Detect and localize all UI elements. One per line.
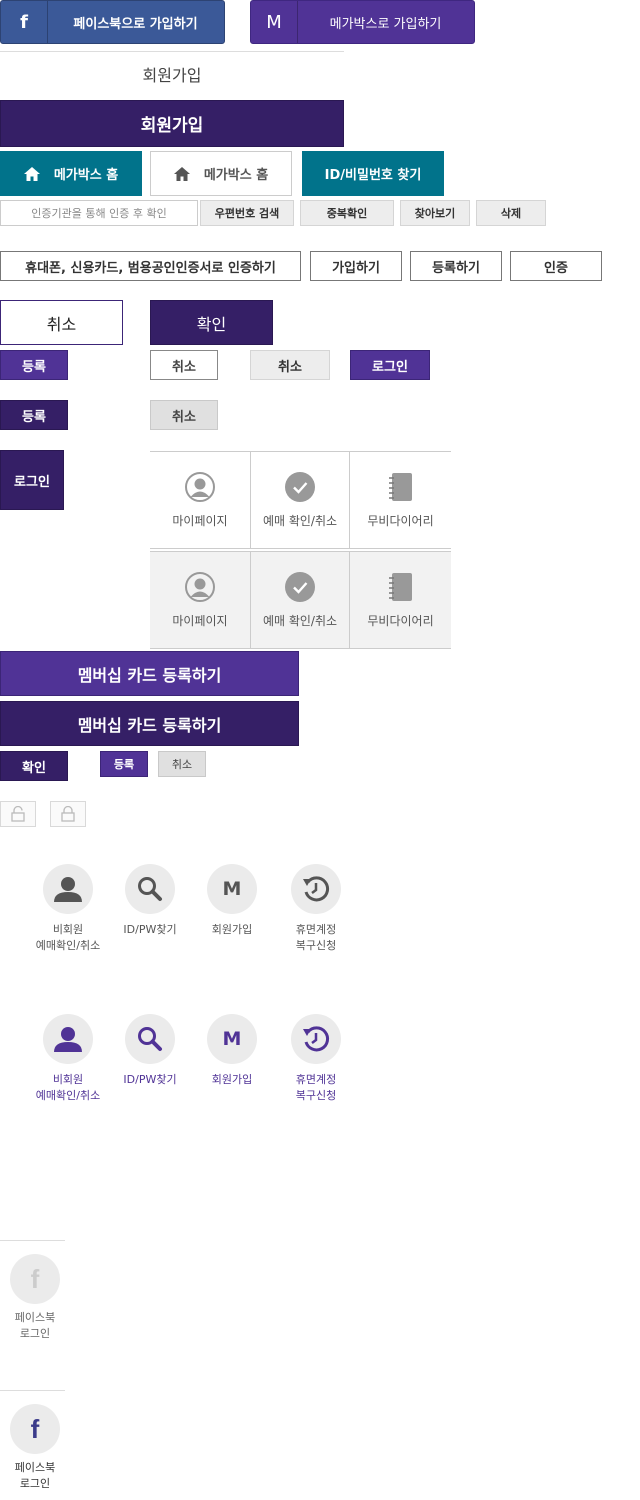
check-icon	[285, 471, 315, 502]
megabox-home-button[interactable]: 메가박스 홈	[0, 151, 142, 196]
quick-menu-active: 마이페이지 예매 확인/취소 무비다이어리	[150, 551, 451, 649]
megabox-home-label: 메가박스 홈	[53, 168, 119, 183]
restore-icon	[303, 1026, 330, 1052]
confirm-small-button[interactable]: 확인	[0, 751, 68, 781]
find-id-password-button[interactable]: ID/비밀번호 찾기	[302, 151, 444, 196]
check-icon	[285, 571, 315, 602]
quickmenu-mypage[interactable]: 마이페이지	[150, 452, 251, 548]
quickmenu-booking[interactable]: 예매 확인/취소	[251, 552, 350, 648]
cancel-large-button[interactable]: 취소	[0, 300, 123, 345]
megabox-join-label: 메가박스로 가입하기	[329, 16, 442, 32]
register-mini-button[interactable]: 등록	[100, 751, 148, 777]
guest-booking-label: 비회원 예매확인/취소	[35, 923, 101, 952]
facebook-login-active-button[interactable]: f	[10, 1404, 60, 1454]
unlock-icon	[11, 806, 25, 822]
user-icon	[185, 471, 215, 502]
signup-circle-button[interactable]: M	[207, 1014, 257, 1064]
divider	[0, 51, 344, 52]
facebook-icon: f	[1, 1, 48, 43]
dormant-restore-label: 휴면계정 복구신청	[295, 923, 337, 952]
register-dark-button[interactable]: 등록	[0, 400, 68, 430]
register-small-button[interactable]: 등록	[0, 350, 68, 380]
verify-options-button[interactable]: 휴대폰, 신용카드, 범용공인인증서로 인증하기	[0, 251, 301, 281]
guest-booking-label: 비회원 예매확인/취소	[35, 1073, 101, 1102]
facebook-join-button[interactable]: f 페이스북으로 가입하기	[0, 0, 225, 44]
facebook-icon: f	[30, 1263, 40, 1294]
dormant-restore-button[interactable]	[291, 1014, 341, 1064]
divider	[0, 1390, 65, 1391]
user-icon	[185, 571, 215, 602]
cancel-mini-button[interactable]: 취소	[158, 751, 206, 777]
megabox-m-icon: M	[222, 878, 242, 900]
quickmenu-label: 예매 확인/취소	[262, 513, 338, 528]
cancel-small-button[interactable]: 취소	[150, 350, 218, 380]
register-button[interactable]: 등록하기	[410, 251, 502, 281]
notebook-icon	[388, 472, 412, 501]
signup-title-bar: 회원가입	[0, 100, 344, 147]
user-icon	[54, 877, 82, 902]
lock-icon	[61, 806, 75, 822]
lock-button[interactable]	[50, 801, 86, 827]
quickmenu-label: 마이페이지	[172, 613, 228, 628]
quickmenu-label: 예매 확인/취소	[262, 613, 338, 628]
find-idpw-button[interactable]	[125, 864, 175, 914]
circle-menu: 비회원 예매확인/취소 ID/PW찾기 M 회원가입 휴면계정 복구신청	[0, 860, 360, 970]
circle-menu-active: 비회원 예매확인/취소 ID/PW찾기 M 회원가입 휴면계정 복구신청	[0, 1010, 360, 1120]
quick-menu: 마이페이지 예매 확인/취소 무비다이어리	[150, 451, 451, 549]
facebook-login-button[interactable]: f	[10, 1254, 60, 1304]
cert-placeholder-field: 인증기관을 통해 인증 후 확인	[0, 200, 198, 226]
megabox-home-outline-button[interactable]: 메가박스 홈	[150, 151, 292, 196]
signup-circle-label: 회원가입	[211, 923, 253, 936]
browse-button[interactable]: 찾아보기	[400, 200, 470, 226]
facebook-login-label: 페이스북 로그인	[14, 1311, 56, 1340]
search-icon	[138, 1027, 162, 1051]
quickmenu-label: 무비다이어리	[367, 613, 434, 628]
dormant-restore-label: 휴면계정 복구신청	[295, 1073, 337, 1102]
signup-title-plain: 회원가입	[142, 66, 202, 85]
megabox-m-icon: M	[222, 1028, 242, 1050]
quickmenu-mypage[interactable]: 마이페이지	[150, 552, 251, 648]
confirm-large-button[interactable]: 확인	[150, 300, 273, 345]
cancel-grey-button[interactable]: 취소	[250, 350, 330, 380]
guest-booking-button[interactable]	[43, 864, 93, 914]
delete-button[interactable]: 삭제	[476, 200, 546, 226]
signup-circle-label: 회원가입	[211, 1073, 253, 1086]
quickmenu-diary[interactable]: 무비다이어리	[350, 452, 451, 548]
quickmenu-label: 마이페이지	[172, 513, 228, 528]
facebook-join-label: 페이스북으로 가입하기	[73, 16, 198, 32]
divider	[0, 1240, 65, 1241]
find-idpw-button[interactable]	[125, 1014, 175, 1064]
restore-icon	[303, 876, 330, 902]
megabox-home-label: 메가박스 홈	[203, 168, 269, 183]
zip-search-button[interactable]: 우편번호 검색	[200, 200, 294, 226]
guest-booking-button[interactable]	[43, 1014, 93, 1064]
membership-card-button[interactable]: 멤버십 카드 등록하기	[0, 651, 299, 696]
quickmenu-label: 무비다이어리	[367, 513, 434, 528]
unlock-button[interactable]	[0, 801, 36, 827]
home-icon	[23, 166, 40, 181]
cancel-pressed-button[interactable]: 취소	[150, 400, 218, 430]
dormant-restore-button[interactable]	[291, 864, 341, 914]
facebook-login-active-label: 페이스북 로그인	[14, 1461, 56, 1490]
megabox-m-icon: M	[251, 1, 298, 43]
quickmenu-diary[interactable]: 무비다이어리	[350, 552, 451, 648]
find-idpw-label: ID/PW찾기	[123, 923, 177, 936]
duplicate-check-button[interactable]: 중복확인	[300, 200, 394, 226]
user-icon	[54, 1027, 82, 1052]
auth-button[interactable]: 인증	[510, 251, 602, 281]
home-icon	[173, 166, 190, 181]
find-idpw-label: ID/PW찾기	[123, 1073, 177, 1086]
join-button[interactable]: 가입하기	[310, 251, 402, 281]
login-tall-button[interactable]: 로그인	[0, 450, 64, 510]
membership-card-dark-button[interactable]: 멤버십 카드 등록하기	[0, 701, 299, 746]
signup-circle-button[interactable]: M	[207, 864, 257, 914]
notebook-icon	[388, 572, 412, 601]
search-icon	[138, 877, 162, 901]
quickmenu-booking[interactable]: 예매 확인/취소	[251, 452, 350, 548]
facebook-icon: f	[30, 1413, 40, 1444]
login-small-button[interactable]: 로그인	[350, 350, 430, 380]
megabox-join-button[interactable]: M 메가박스로 가입하기	[250, 0, 475, 44]
